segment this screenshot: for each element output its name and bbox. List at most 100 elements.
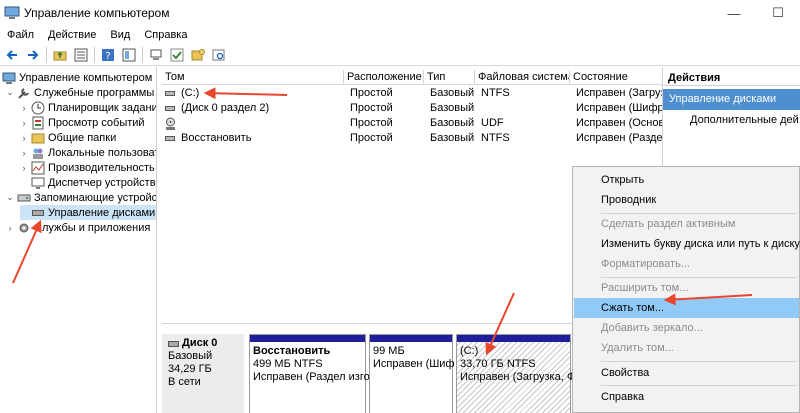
chevron-right-icon[interactable]: › <box>20 163 28 173</box>
column-header-type[interactable]: Тип <box>424 70 475 85</box>
volume-icon <box>165 91 175 96</box>
window-title: Управление компьютером <box>24 6 170 20</box>
partition-c[interactable]: (C:) 33,70 ГБ NTFS Исправен (Загрузка, Ф… <box>456 334 581 413</box>
table-row[interactable]: Простой Базовый UDF Исправен (Основ <box>162 116 662 131</box>
check-icon[interactable] <box>168 46 186 64</box>
menu-item-change-drive-letter[interactable]: Изменить букву диска или путь к диску... <box>574 234 800 254</box>
svg-text:?: ? <box>105 51 110 62</box>
forward-icon[interactable] <box>24 46 42 64</box>
tree-item-event-viewer[interactable]: › Просмотр событий <box>20 115 145 130</box>
tree-item-system-tools[interactable]: ⌄ Служебные программы <box>6 85 154 100</box>
volume-status: Исправен (Шифр <box>576 102 662 114</box>
tree-item-computer-management[interactable]: Управление компьютером (л <box>2 70 156 85</box>
table-row[interactable]: (Диск 0 раздел 2) Простой Базовый Исправ… <box>162 101 662 116</box>
volume-layout: Простой <box>350 132 393 144</box>
table-row[interactable]: Восстановить Простой Базовый NTFS Исправ… <box>162 131 662 146</box>
minimize-button[interactable]: — <box>714 0 754 26</box>
tree-item-label: Служебные программы <box>34 86 155 99</box>
chevron-right-icon[interactable]: › <box>20 103 28 113</box>
tree-item-storage[interactable]: ⌄ Запоминающие устройст <box>6 190 156 205</box>
services-icon <box>19 223 29 232</box>
volume-filesystem <box>478 101 570 116</box>
partition-status: Исправен (Загрузка, Фа <box>460 371 582 383</box>
disk-icon <box>32 209 44 216</box>
menu-item-properties[interactable]: Свойства <box>574 363 799 383</box>
folder-lock-icon[interactable] <box>189 46 207 64</box>
menu-item-explorer[interactable]: Проводник <box>574 190 799 210</box>
menu-item-add-mirror[interactable]: Добавить зеркало... <box>574 318 799 338</box>
tree-item-local-users[interactable]: › Локальные пользовате <box>20 145 157 160</box>
chevron-right-icon[interactable]: › <box>20 133 28 143</box>
actions-section-disk-management[interactable]: Управление дисками <box>663 89 800 110</box>
disk-name: Диск 0 <box>182 337 218 349</box>
partition-bar <box>370 335 452 342</box>
tree-item-disk-management[interactable]: Управление дисками <box>20 205 156 220</box>
volume-filesystem: NTFS <box>481 132 510 144</box>
menu-item-delete-volume[interactable]: Удалить том... <box>574 338 799 358</box>
volume-name <box>178 116 338 131</box>
view-icon[interactable] <box>120 46 138 64</box>
menu-help[interactable]: Справка <box>137 29 194 41</box>
tree-item-shared-folders[interactable]: › Общие папки <box>20 130 117 145</box>
event-log-icon <box>32 116 44 129</box>
volume-filesystem: UDF <box>481 117 504 129</box>
menu-action[interactable]: Действие <box>41 29 103 41</box>
column-header-filesystem[interactable]: Файловая система <box>475 70 570 85</box>
partition-recovery[interactable]: Восстановить 499 МБ NTFS Исправен (Разде… <box>249 334 370 413</box>
column-header-volume[interactable]: Том <box>162 70 344 85</box>
menu-item-format[interactable]: Форматировать... <box>574 254 799 274</box>
table-row[interactable]: (C:) Простой Базовый NTFS Исправен (Загр… <box>162 86 662 101</box>
navigation-tree: Управление компьютером (л ⌄ Служебные пр… <box>0 67 157 413</box>
menu-item-mark-active[interactable]: Сделать раздел активным <box>574 214 799 234</box>
chevron-right-icon[interactable]: › <box>20 118 28 128</box>
menu-item-extend-volume[interactable]: Расширить том... <box>574 278 799 298</box>
disk-info[interactable]: Диск 0 Базовый 34,29 ГБ В сети <box>162 334 244 413</box>
partition-title: Восстановить <box>253 345 331 357</box>
column-header-layout[interactable]: Расположение <box>344 70 424 85</box>
menu-file[interactable]: Файл <box>0 29 41 41</box>
volume-type: Базовый <box>430 132 475 144</box>
menu-item-help[interactable]: Справка <box>574 387 799 407</box>
tools-icon <box>18 87 29 99</box>
chevron-down-icon[interactable]: ⌄ <box>6 87 14 98</box>
tree-item-label: Производительность <box>48 161 155 174</box>
help-icon[interactable]: ? <box>99 46 117 64</box>
partition-bar <box>457 335 570 342</box>
search-icon[interactable] <box>210 46 228 64</box>
disk-type: Базовый <box>168 350 213 362</box>
wizard-icon[interactable] <box>147 46 165 64</box>
volume-icon <box>165 136 175 141</box>
clock-icon <box>31 101 45 114</box>
volume-status: Исправен (Разде <box>576 132 662 144</box>
chevron-down-icon[interactable]: ⌄ <box>6 192 14 203</box>
toolbar-separator <box>142 46 143 63</box>
menu-item-shrink-volume[interactable]: Сжать том... <box>574 298 799 318</box>
disk-icon <box>168 340 179 347</box>
chevron-right-icon[interactable]: › <box>20 148 28 158</box>
tree-item-label: Локальные пользовате <box>48 146 157 159</box>
menu-separator <box>601 385 797 386</box>
more-actions-link[interactable]: Дополнительные дей... <box>690 111 800 129</box>
volume-name: (Диск 0 раздел 2) <box>181 102 270 114</box>
partition-title: (C:) <box>460 345 479 357</box>
column-header-status[interactable]: Состояние <box>570 70 662 85</box>
tree-item-task-scheduler[interactable]: › Планировщик задани <box>20 100 156 115</box>
cd-drive-icon <box>166 117 175 130</box>
partition-efi[interactable]: 99 МБ Исправен (Шиф <box>369 334 455 413</box>
disk-size: 34,29 ГБ <box>168 363 212 375</box>
menu-separator <box>601 361 797 362</box>
tree-item-device-manager[interactable]: Диспетчер устройств <box>20 175 156 190</box>
computer-icon <box>2 72 16 84</box>
up-folder-icon[interactable] <box>51 46 69 64</box>
properties-icon[interactable] <box>72 46 90 64</box>
menu-view[interactable]: Вид <box>103 29 137 41</box>
partition-status: Исправен (Раздел изго <box>253 371 370 383</box>
tree-item-services[interactable]: › Службы и приложения <box>6 220 151 235</box>
chevron-right-icon[interactable]: › <box>6 223 14 233</box>
back-icon[interactable] <box>3 46 21 64</box>
tree-item-label: Просмотр событий <box>48 116 145 129</box>
menu-item-open[interactable]: Открыть <box>574 170 799 190</box>
maximize-button[interactable]: ☐ <box>758 0 798 26</box>
tree-item-label: Управление дисками <box>48 206 156 219</box>
tree-item-performance[interactable]: › Производительность <box>20 160 155 175</box>
